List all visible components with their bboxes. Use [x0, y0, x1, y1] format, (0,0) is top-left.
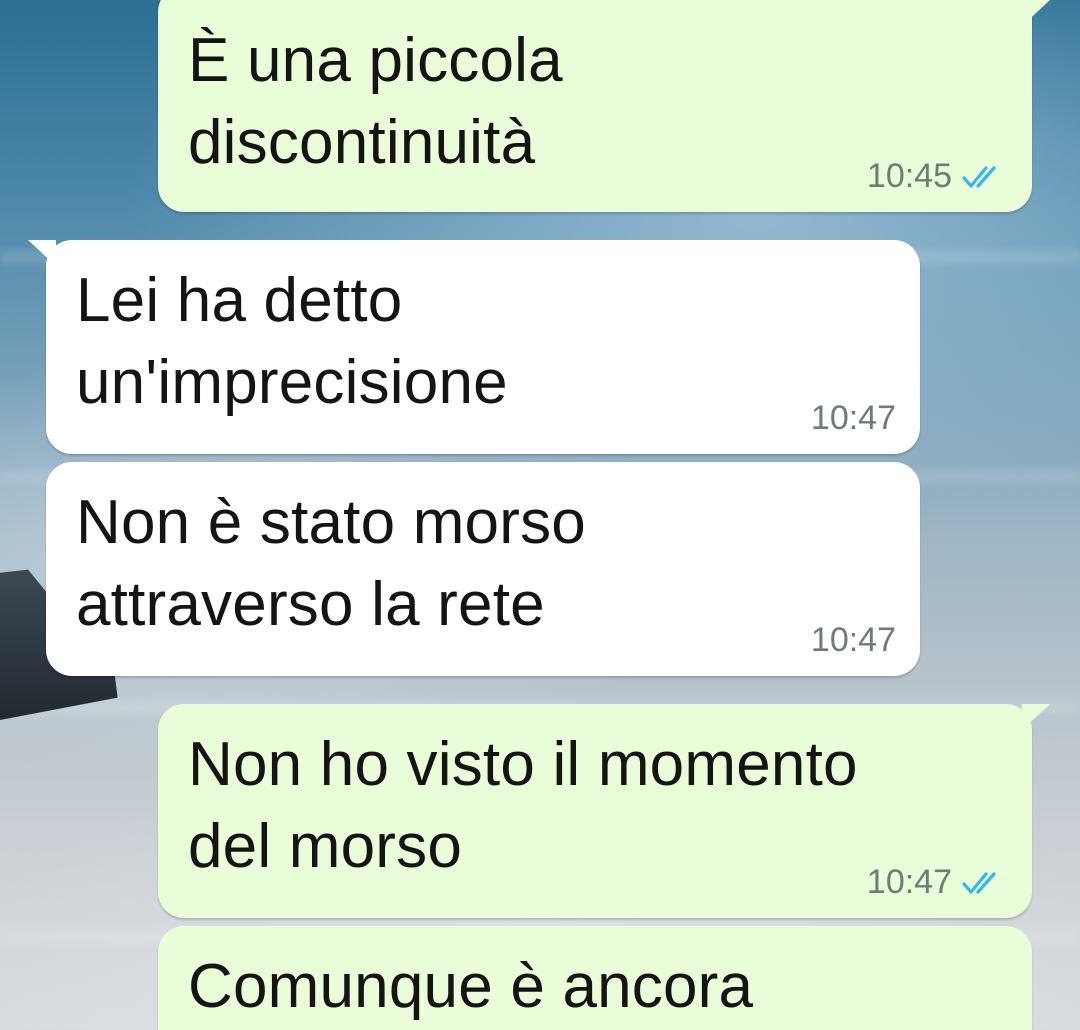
double-check-read-icon	[962, 165, 996, 188]
double-check-read-icon	[962, 871, 996, 894]
message-text: Non è stato morso attraverso la rete	[76, 488, 586, 639]
message-bubble-incoming[interactable]: Non è stato morso attraverso la rete 10:…	[46, 462, 920, 676]
message-timestamp: 10:45	[866, 157, 952, 195]
message-bubble-incoming[interactable]: Lei ha detto un'imprecisione 10:47	[28, 240, 920, 454]
message-meta: 10:47	[811, 621, 896, 660]
message-text: Lei ha detto un'imprecisione	[76, 266, 508, 417]
message-text: È una piccola discontinuità	[188, 26, 563, 177]
message-meta: 10:47	[867, 863, 1008, 902]
message-bubble-outgoing[interactable]: Non ho visto il momento del morso 10:47	[158, 704, 1050, 918]
message-timestamp: 10:47	[810, 621, 896, 659]
message-text: Comunque è ancora	[188, 952, 754, 1021]
message-bubble-outgoing[interactable]: È una piccola discontinuità 10:45	[158, 0, 1050, 212]
message-meta: 10:47	[811, 399, 896, 438]
message-meta: 10:45	[867, 157, 1008, 196]
message-bubble-outgoing[interactable]: Comunque è ancora	[158, 926, 1032, 1030]
bubble-tail	[1022, 0, 1050, 26]
message-timestamp: 10:47	[810, 399, 896, 437]
message-text: Non ho visto il momento del morso	[188, 730, 858, 881]
message-timestamp: 10:47	[866, 863, 952, 901]
